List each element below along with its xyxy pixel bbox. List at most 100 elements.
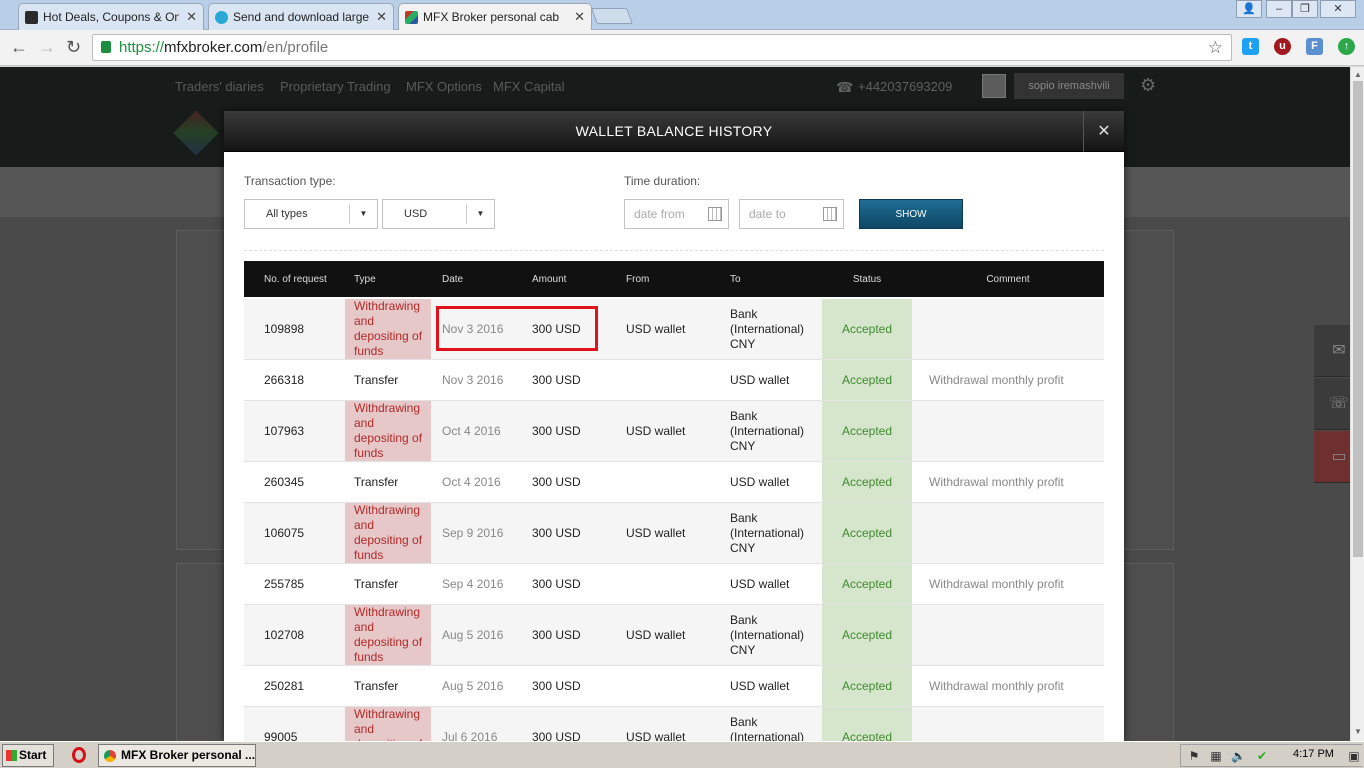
transaction-type-label: Transaction type: [244,174,336,188]
volume-icon[interactable]: 🔈 [1231,749,1246,763]
cell-status: Accepted [822,462,912,502]
avatar[interactable] [982,74,1006,98]
system-tray: ⚑ ▦ 🔈 ✔ ▣ [1180,744,1362,767]
cell-from [626,360,726,400]
start-button[interactable]: Start [2,744,54,767]
user-name-button[interactable]: sopio iremashvili [1014,73,1124,99]
nav-traders-diaries[interactable]: Traders' diaries [175,79,264,94]
mfx-logo [173,110,219,156]
tab-label: Hot Deals, Coupons & Online [43,10,179,24]
table-row[interactable]: 250281 Transfer Aug 5 2016 300 USD USD walle… [244,666,1104,707]
cell-to: USD wallet [730,576,790,591]
address-bar[interactable]: https://mfxbroker.com/en/profile ☆ [92,34,1232,61]
close-tab-icon[interactable]: ✕ [376,9,387,25]
table-row[interactable]: 266318 Transfer Nov 3 2016 300 USD USD walle… [244,360,1104,401]
start-label: Start [19,748,47,762]
chevron-down-icon: ▼ [466,204,494,224]
forward-arrow-icon[interactable]: → [38,37,56,58]
table-row[interactable]: 260345 Transfer Oct 4 2016 300 USD USD walle… [244,462,1104,503]
pdf-extension-icon[interactable]: F [1306,38,1323,55]
calendar-icon[interactable] [708,207,722,221]
chevron-down-icon: ▼ [349,204,377,224]
modal-title: WALLET BALANCE HISTORY [575,123,773,139]
cell-request-no: 255785 [264,576,305,591]
nav-mfx-options[interactable]: MFX Options [406,79,482,94]
flag-icon[interactable]: ⚑ [1187,749,1201,763]
cell-type: Withdrawing and depositing of funds [345,707,431,741]
lock-icon [101,41,111,53]
back-arrow-icon[interactable]: ← [10,37,28,58]
show-desktop-icon[interactable]: ▣ [1347,749,1361,763]
show-button[interactable]: SHOW [859,199,963,229]
close-window-button[interactable]: ✕ [1320,0,1356,18]
table-row[interactable]: 107963 Withdrawing and depositing of fund… [244,401,1104,462]
close-tab-icon[interactable]: ✕ [186,9,197,25]
gear-icon[interactable]: ⚙ [1140,75,1156,96]
upload-extension-icon[interactable]: ↑ [1338,38,1355,55]
currency-value: USD [404,208,428,220]
security-icon[interactable]: ✔ [1255,749,1269,763]
close-tab-icon[interactable]: ✕ [574,9,585,25]
cell-from: USD wallet [626,321,686,336]
cell-type: Transfer [354,678,399,693]
network-icon[interactable]: ▦ [1209,749,1223,763]
reload-icon[interactable]: ↻ [66,37,81,58]
url-scheme: https:// [119,39,165,56]
cell-type: Withdrawing and depositing of funds [345,503,431,563]
cell-status: Accepted [822,503,912,563]
scroll-down-icon[interactable]: ▼ [1354,727,1362,736]
scroll-up-icon[interactable]: ▲ [1354,70,1362,79]
cell-type: Withdrawing and depositing of funds [345,401,431,461]
table-row[interactable]: 102708 Withdrawing and depositing of fund… [244,605,1104,666]
col-type: Type [354,274,376,285]
table-row[interactable]: 99005 Withdrawing and depositing of funds… [244,707,1104,741]
date-from-input[interactable]: date from [624,199,729,229]
cell-amount: 300 USD [532,525,581,540]
cell-date: Sep 4 2016 [442,576,504,591]
cell-amount: 300 USD [532,372,581,387]
table-header: No. of request Type Date Amount From To … [244,261,1104,299]
tab-hot-deals[interactable]: Hot Deals, Coupons & Online ✕ [18,3,204,30]
cell-request-no: 266318 [264,372,305,387]
table-row[interactable]: 109898 Withdrawing and depositing of fund… [244,299,1104,360]
cell-status: Accepted [822,299,912,359]
date-from-placeholder: date from [634,207,685,221]
cell-amount: 300 USD [532,474,581,489]
minimize-button[interactable]: – [1266,0,1292,18]
opera-icon[interactable] [72,747,86,763]
restore-button[interactable]: ❐ [1292,0,1318,18]
modal-close-button[interactable]: ✕ [1083,111,1124,152]
date-to-input[interactable]: date to [739,199,844,229]
calendar-icon[interactable] [823,207,837,221]
bookmark-star-icon[interactable]: ☆ [1208,35,1223,60]
cell-from: USD wallet [626,525,686,540]
cell-date: Aug 5 2016 [442,678,504,693]
taskbar-chrome-window[interactable]: MFX Broker personal ... [98,744,256,767]
phone-icon: ☎ [836,79,854,95]
cell-request-no: 250281 [264,678,305,693]
tab-send-download[interactable]: Send and download large fil ✕ [208,3,394,30]
cell-to: USD wallet [730,372,790,387]
col-status: Status [852,274,882,285]
cell-request-no: 107963 [264,423,305,438]
cell-comment: Withdrawal monthly profit [929,678,1064,693]
cell-from: USD wallet [626,423,686,438]
table-row[interactable]: 106075 Withdrawing and depositing of fund… [244,503,1104,564]
taskbar: Start MFX Broker personal ... ⚑ ▦ 🔈 ✔ ▣ … [0,741,1364,768]
table-row[interactable]: 255785 Transfer Sep 4 2016 300 USD USD walle… [244,564,1104,605]
scrollbar-thumb[interactable] [1353,81,1363,557]
twitter-extension-icon[interactable]: t [1242,38,1259,55]
tab-mfx-broker[interactable]: MFX Broker personal cabinet ✕ [398,3,592,31]
table-body: 109898 Withdrawing and depositing of fund… [244,299,1104,741]
cell-comment [912,605,1104,665]
nav-proprietary-trading[interactable]: Proprietary Trading [280,79,391,94]
new-tab-button[interactable] [591,8,633,24]
nav-mfx-capital[interactable]: MFX Capital [493,79,565,94]
ublock-extension-icon[interactable]: u [1274,38,1291,55]
transaction-type-select[interactable]: All types ▼ [244,199,378,229]
user-profile-icon[interactable]: 👤 [1236,0,1262,18]
currency-select[interactable]: USD ▼ [382,199,495,229]
cell-request-no: 106075 [264,525,305,540]
page-scrollbar[interactable]: ▲ ▼ [1350,67,1364,741]
cell-comment [912,401,1104,461]
